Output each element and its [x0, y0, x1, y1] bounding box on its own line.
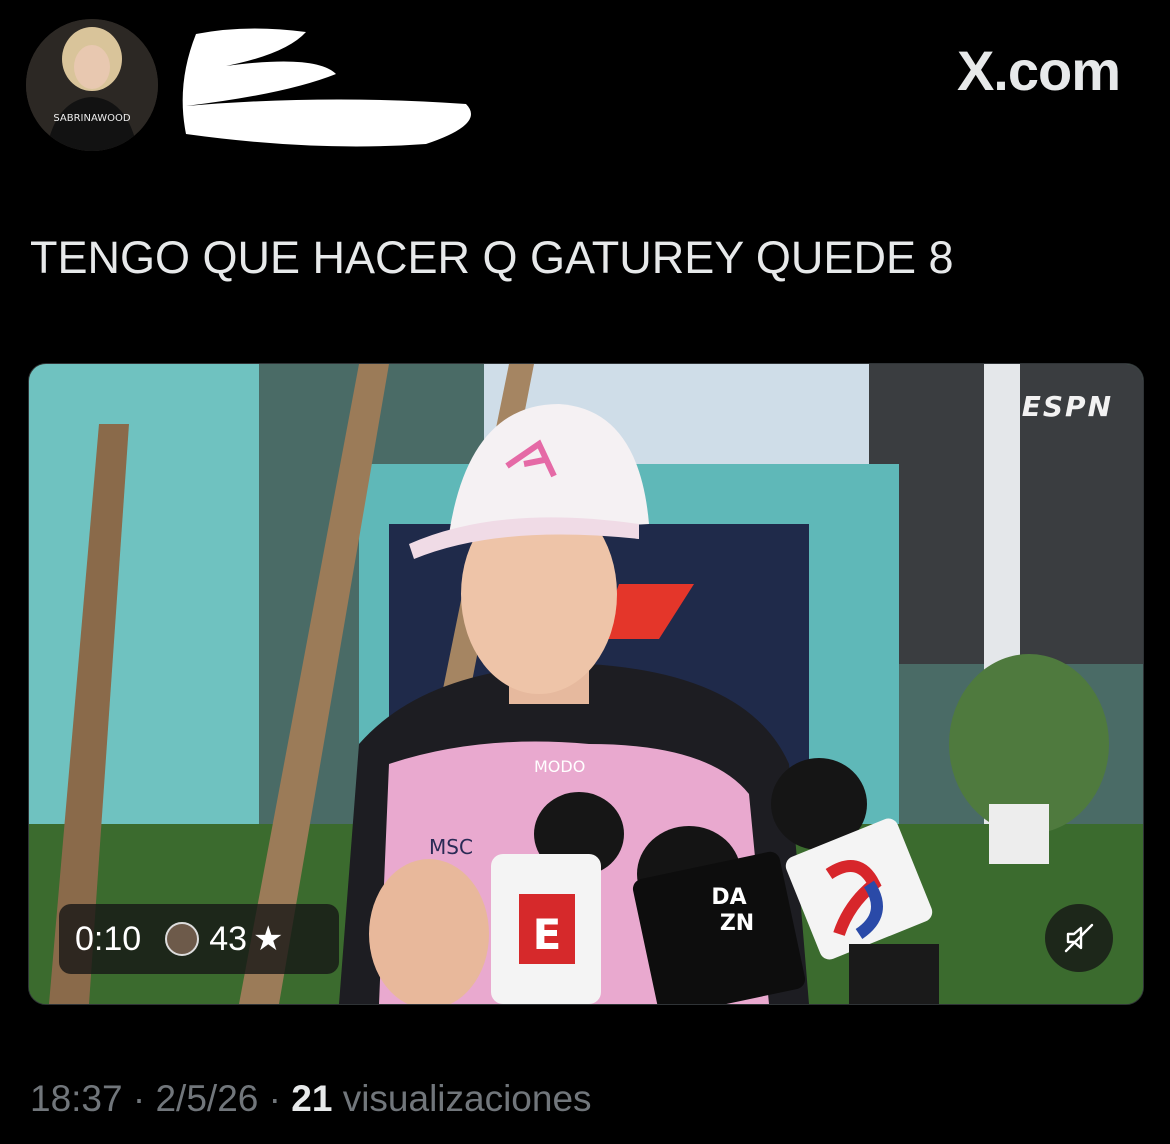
muted-speaker-icon: [1064, 923, 1094, 953]
suit-collar-text: MODO: [534, 757, 585, 776]
video-info-pill: 0:10 43 ★: [59, 904, 339, 974]
meta-separator: ·: [268, 1078, 281, 1119]
meta-separator: ·: [132, 1078, 146, 1119]
mini-avatar-icon: [165, 922, 200, 956]
star-icon: ★: [253, 920, 284, 958]
favorites-count: 43: [209, 919, 248, 958]
avatar-shirt-text: SABRINAWOOD: [53, 113, 131, 124]
video-duration: 0:10: [75, 919, 142, 958]
tweet-time[interactable]: 18:37: [30, 1078, 123, 1119]
tweet-date[interactable]: 2/5/26: [155, 1078, 258, 1119]
avatar[interactable]: SABRINAWOOD: [26, 19, 158, 151]
views-count: 21: [291, 1078, 333, 1119]
mute-button[interactable]: [1045, 904, 1113, 972]
mic-dazn-label-bottom: ZN: [720, 911, 754, 936]
brand-wordmark: X.com: [956, 39, 1121, 102]
mic-dazn-label-top: DA: [711, 885, 746, 910]
broadcaster-logo: ESPN: [1021, 390, 1113, 423]
redacted-username: [182, 28, 471, 147]
avatar-image: SABRINAWOOD: [26, 19, 158, 151]
views-label: visualizaciones: [342, 1078, 592, 1119]
mic-espn-label: E: [533, 910, 562, 959]
tweet-meta: 18:37 · 2/5/26 · 21 visualizaciones: [30, 1078, 592, 1120]
suit-sponsor-text: MSC: [429, 835, 473, 859]
video-player[interactable]: MSC MODO E DA ZN ESPN 0:10 43 ★: [28, 363, 1144, 1005]
tweet-text: TENGO QUE HACER Q GATUREY QUEDE 8: [30, 232, 954, 283]
